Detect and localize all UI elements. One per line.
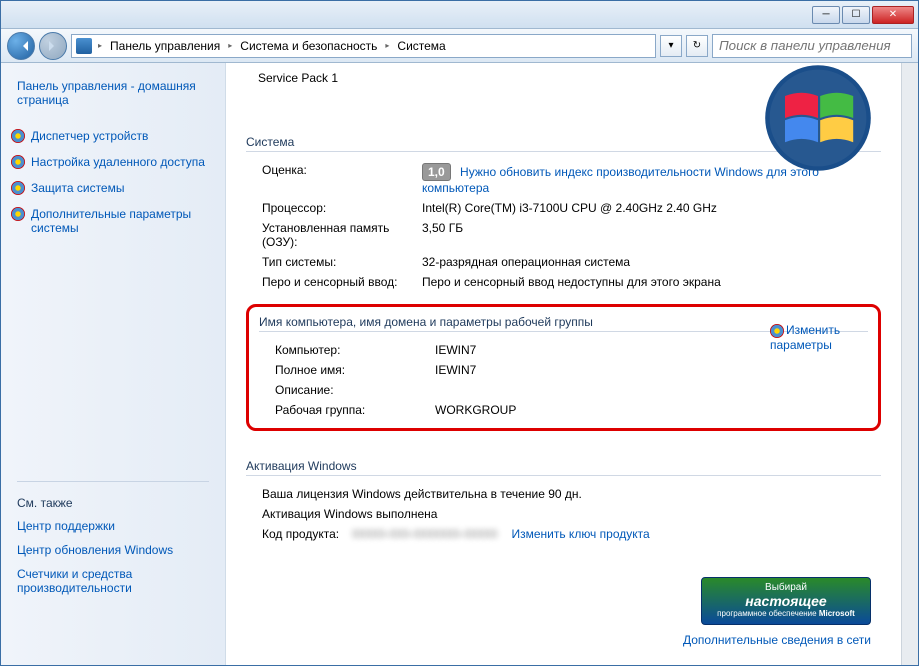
sidebar-performance[interactable]: Счетчики и средства производительности	[1, 562, 225, 600]
system-type-row: Тип системы: 32-разрядная операционная с…	[246, 252, 881, 272]
sidebar-remote-settings[interactable]: Настройка удаленного доступа	[1, 149, 225, 175]
ad-line2: настоящее	[706, 593, 866, 609]
section-divider	[246, 475, 881, 476]
fullname-value: IEWIN7	[435, 363, 868, 377]
workgroup-value: WORKGROUP	[435, 403, 868, 417]
sidebar-system-protection[interactable]: Защита системы	[1, 175, 225, 201]
ad-line1: Выбирай	[706, 582, 866, 593]
system-properties-window: ─ ☐ ✕ ▸ Панель управления ▸ Система и бе…	[0, 0, 919, 666]
address-dropdown[interactable]: ▾	[660, 35, 682, 57]
change-product-key-link[interactable]: Изменить ключ продукта	[511, 527, 649, 541]
sidebar-advanced-settings[interactable]: Дополнительные параметры системы	[1, 201, 225, 241]
see-also-heading: См. также	[1, 492, 225, 514]
pen-touch-row: Перо и сенсорный ввод: Перо и сенсорный …	[246, 272, 881, 292]
system-type-value: 32-разрядная операционная система	[422, 255, 881, 269]
more-info-online-link[interactable]: Дополнительные сведения в сети	[683, 633, 871, 647]
control-panel-icon	[76, 38, 92, 54]
cpu-row: Процессор: Intel(R) Core(TM) i3-7100U CP…	[246, 198, 881, 218]
system-type-label: Тип системы:	[262, 255, 422, 269]
content-pane: Service Pack 1 Система Оценка: 1,0 Нужно…	[226, 63, 901, 665]
description-label: Описание:	[275, 383, 435, 397]
computer-label: Компьютер:	[275, 343, 435, 357]
minimize-button[interactable]: ─	[812, 6, 840, 24]
rating-link[interactable]: Нужно обновить индекс производительности…	[422, 165, 819, 195]
breadcrumb-sep: ▸	[226, 41, 234, 50]
sidebar-windows-update[interactable]: Центр обновления Windows	[1, 538, 225, 562]
product-key-row: Код продукта: 00000-000-0000000-00000 Из…	[246, 524, 881, 544]
cpu-value: Intel(R) Core(TM) i3-7100U CPU @ 2.40GHz…	[422, 201, 881, 215]
close-button[interactable]: ✕	[872, 6, 914, 24]
pen-touch-label: Перо и сенсорный ввод:	[262, 275, 422, 289]
product-key-value: 00000-000-0000000-00000	[352, 527, 497, 541]
product-key-label: Код продукта:	[262, 527, 352, 541]
activation-done-row: Активация Windows выполнена	[246, 504, 881, 524]
vertical-scrollbar[interactable]	[901, 63, 918, 665]
breadcrumb-sep: ▸	[96, 41, 104, 50]
genuine-microsoft-badge[interactable]: Выбирай настоящее программное обеспечени…	[701, 577, 871, 625]
breadcrumb-root[interactable]: Панель управления	[108, 39, 222, 53]
breadcrumb-mid[interactable]: Система и безопасность	[238, 39, 379, 53]
windows-logo-icon	[763, 63, 873, 173]
activation-section-title: Активация Windows	[246, 459, 881, 473]
sidebar-device-manager[interactable]: Диспетчер устройств	[1, 123, 225, 149]
refresh-button[interactable]: ↻	[686, 35, 708, 57]
ram-value: 3,50 ГБ	[422, 221, 881, 249]
sidebar-action-center[interactable]: Центр поддержки	[1, 514, 225, 538]
navigation-bar: ▸ Панель управления ▸ Система и безопасн…	[1, 29, 918, 63]
search-input[interactable]	[712, 34, 912, 58]
description-row: Описание:	[259, 380, 868, 400]
fullname-label: Полное имя:	[275, 363, 435, 377]
rating-label: Оценка:	[262, 163, 422, 195]
ram-label: Установленная память (ОЗУ):	[262, 221, 422, 249]
description-value	[435, 383, 868, 397]
breadcrumb-leaf[interactable]: Система	[395, 39, 447, 53]
license-text: Ваша лицензия Windows действительна в те…	[262, 487, 881, 501]
sidebar: Панель управления - домашняя страница Ди…	[1, 63, 226, 665]
cpu-label: Процессор:	[262, 201, 422, 215]
titlebar: ─ ☐ ✕	[1, 1, 918, 29]
ad-line3: программное обеспечение	[717, 609, 816, 618]
rating-badge: 1,0	[422, 163, 451, 181]
workgroup-label: Рабочая группа:	[275, 403, 435, 417]
ram-row: Установленная память (ОЗУ): 3,50 ГБ	[246, 218, 881, 252]
forward-button[interactable]	[39, 32, 67, 60]
window-body: Панель управления - домашняя страница Ди…	[1, 63, 918, 665]
license-row: Ваша лицензия Windows действительна в те…	[246, 484, 881, 504]
address-bar[interactable]: ▸ Панель управления ▸ Система и безопасн…	[71, 34, 656, 58]
workgroup-row: Рабочая группа: WORKGROUP	[259, 400, 868, 420]
sidebar-divider	[17, 481, 209, 482]
change-settings-link[interactable]: Изменить параметры	[770, 323, 860, 352]
control-panel-home-link[interactable]: Панель управления - домашняя страница	[1, 73, 225, 113]
fullname-row: Полное имя: IEWIN7	[259, 360, 868, 380]
activation-done-text: Активация Windows выполнена	[262, 507, 881, 521]
computer-name-section-highlight: Имя компьютера, имя домена и параметры р…	[246, 304, 881, 431]
back-button[interactable]	[7, 32, 35, 60]
ad-brand: Microsoft	[819, 609, 855, 618]
maximize-button[interactable]: ☐	[842, 6, 870, 24]
pen-touch-value: Перо и сенсорный ввод недоступны для это…	[422, 275, 881, 289]
breadcrumb-sep: ▸	[383, 41, 391, 50]
